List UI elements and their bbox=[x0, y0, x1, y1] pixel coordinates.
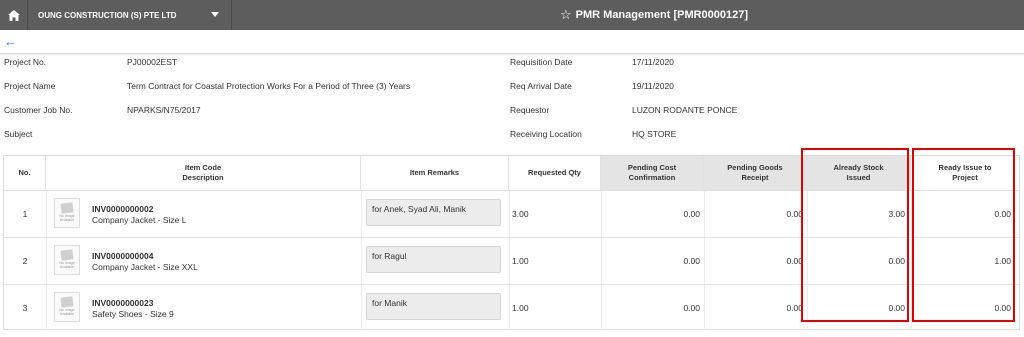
star-icon[interactable]: ☆ bbox=[560, 7, 572, 23]
item-remark-field[interactable]: for Anek, Syad Ali, Manik bbox=[366, 199, 501, 226]
customer-job-no-label: Customer Job No. bbox=[4, 105, 73, 115]
item-description: Safety Shoes - Size 9 bbox=[92, 309, 174, 319]
row-number: 1 bbox=[22, 209, 28, 219]
req-arrival-date-label: Req Arrival Date bbox=[510, 81, 572, 91]
image-icon bbox=[60, 202, 74, 214]
pending-cost-qty: 0.00 bbox=[683, 256, 700, 266]
header-requested-qty: Requested Qty bbox=[509, 156, 601, 190]
header-item-remarks: Item Remarks bbox=[361, 156, 509, 190]
customer-job-no-value: NPARKS/N75/2017 bbox=[127, 105, 201, 115]
header-item-code: Item Code Description bbox=[46, 156, 361, 190]
image-icon bbox=[60, 296, 74, 308]
receiving-location-label: Receiving Location bbox=[510, 129, 582, 139]
pending-cost-qty: 0.00 bbox=[683, 302, 700, 313]
item-description: Company Jacket - Size XXL bbox=[92, 262, 198, 272]
requestor-label: Requestor bbox=[510, 105, 550, 115]
header-pending-cost: Pending Cost Confirmation bbox=[601, 156, 704, 190]
highlight-ready-issue-column bbox=[912, 148, 1015, 322]
row-number: 3 bbox=[22, 302, 28, 313]
row-number: 2 bbox=[22, 256, 28, 266]
no-image-placeholder: No Image Available bbox=[54, 198, 80, 228]
project-no-value: PJ00002EST bbox=[127, 57, 178, 67]
requisition-date-value: 17/11/2020 bbox=[632, 57, 674, 67]
header-pending-goods: Pending Goods Receipt bbox=[704, 156, 807, 190]
requested-qty: 1.00 bbox=[512, 302, 529, 313]
requisition-date-label: Requisition Date bbox=[510, 57, 573, 67]
page-title: ☆ PMR Management [PMR0000127] bbox=[560, 0, 748, 30]
item-code: INV0000000002 bbox=[92, 204, 154, 214]
chevron-down-icon bbox=[211, 12, 219, 17]
header-no: No. bbox=[4, 156, 46, 190]
requested-qty: 1.00 bbox=[512, 256, 529, 266]
no-image-placeholder: No Image Available bbox=[54, 245, 80, 275]
item-code: INV0000000004 bbox=[92, 251, 154, 261]
highlight-stock-issued-column bbox=[801, 148, 909, 322]
item-remark-field[interactable]: for Ragul bbox=[366, 246, 501, 273]
item-code: INV0000000023 bbox=[92, 298, 154, 308]
image-icon bbox=[60, 249, 74, 261]
company-name: OUNG CONSTRUCTION (S) PTE LTD bbox=[38, 10, 177, 20]
item-description: Company Jacket - Size L bbox=[92, 215, 187, 225]
top-bar: OUNG CONSTRUCTION (S) PTE LTD ☆ PMR Mana… bbox=[0, 0, 1024, 30]
project-name-value: Term Contract for Coastal Protection Wor… bbox=[127, 81, 411, 91]
requestor-value: LUZON RODANTE PONCE bbox=[632, 105, 738, 115]
req-arrival-date-value: 19/11/2020 bbox=[632, 81, 674, 91]
pending-goods-qty: 0.00 bbox=[786, 209, 803, 219]
project-name-label: Project Name bbox=[4, 81, 56, 91]
pending-cost-qty: 0.00 bbox=[683, 209, 700, 219]
page-title-text: PMR Management [PMR0000127] bbox=[575, 9, 749, 21]
home-icon bbox=[7, 9, 20, 21]
subject-label: Subject bbox=[4, 129, 33, 139]
item-remark-field[interactable]: for Manik bbox=[366, 293, 501, 320]
home-button[interactable] bbox=[0, 0, 28, 30]
navigation-bar: ← bbox=[0, 30, 1024, 54]
receiving-location-value: HQ STORE bbox=[632, 129, 677, 139]
back-arrow-icon[interactable]: ← bbox=[4, 34, 17, 49]
pending-goods-qty: 0.00 bbox=[786, 302, 803, 313]
pending-goods-qty: 0.00 bbox=[786, 256, 803, 266]
no-image-placeholder: No Image Available bbox=[54, 292, 80, 322]
requested-qty: 3.00 bbox=[512, 209, 529, 219]
company-selector[interactable]: OUNG CONSTRUCTION (S) PTE LTD bbox=[28, 0, 232, 30]
project-no-label: Project No. bbox=[4, 57, 47, 67]
